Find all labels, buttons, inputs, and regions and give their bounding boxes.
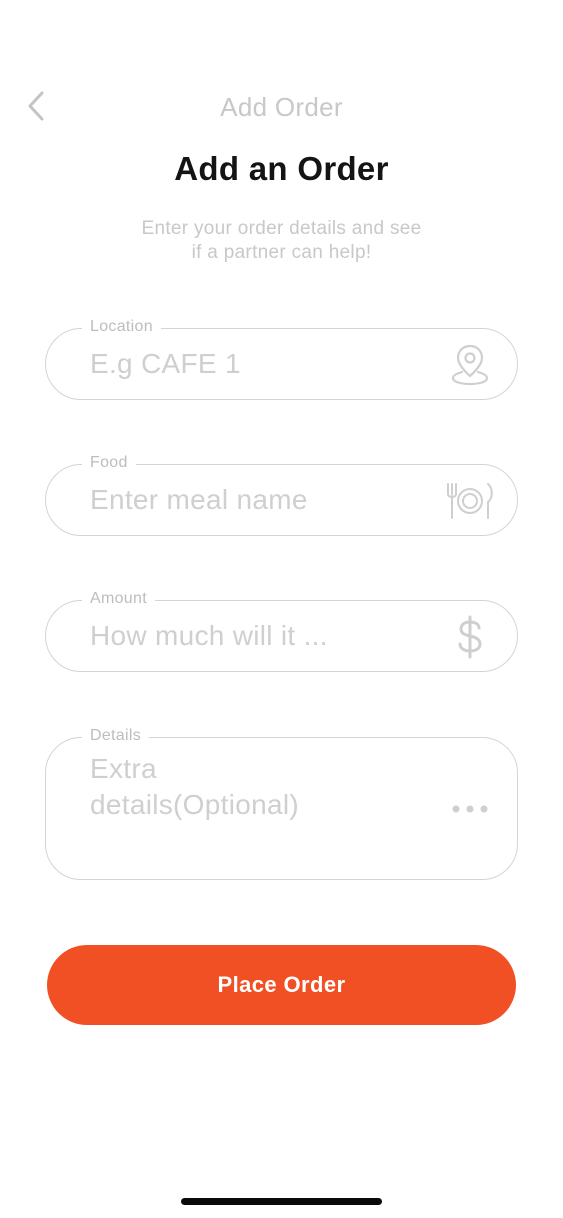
place-order-button[interactable]: Place Order: [47, 945, 516, 1025]
page-subtitle: Enter your order details and see if a pa…: [110, 217, 453, 265]
nav-title: Add Order: [220, 92, 343, 122]
subtitle-line-1: Enter your order details and see: [141, 218, 422, 239]
food-field: Food: [45, 453, 518, 536]
details-field: Details: [45, 726, 518, 880]
location-label: Location: [82, 317, 161, 337]
details-input[interactable]: [90, 751, 357, 847]
page-title: Add an Order: [174, 150, 389, 187]
food-label: Food: [82, 453, 136, 473]
details-label: Details: [82, 726, 150, 746]
location-pin-icon: [447, 341, 493, 387]
amount-field: Amount: [45, 589, 518, 672]
fork-plate-knife-icon: [443, 478, 497, 524]
subtitle-line-2: if a partner can help!: [191, 242, 372, 263]
dollar-icon: [447, 614, 493, 660]
location-input[interactable]: [90, 345, 437, 383]
more-dots-icon: [447, 786, 493, 832]
location-field: Location: [45, 317, 518, 400]
amount-label: Amount: [82, 589, 155, 609]
home-indicator[interactable]: [181, 1198, 382, 1205]
amount-input[interactable]: [90, 617, 437, 655]
food-input[interactable]: [90, 481, 437, 519]
